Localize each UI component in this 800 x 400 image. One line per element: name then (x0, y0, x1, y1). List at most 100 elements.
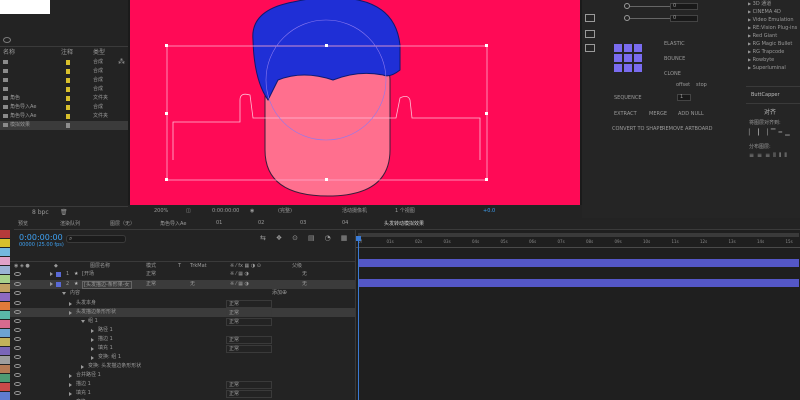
timeline-tab[interactable]: 01 (216, 220, 222, 226)
keyframe-marker[interactable] (358, 317, 359, 323)
label-color-swatch[interactable] (0, 311, 10, 319)
layer-row[interactable]: 1 ★ [开场 正常 无 ※ ⁄ ▦ ◑ (10, 270, 355, 279)
visibility-eye-icon[interactable] (14, 328, 21, 332)
content-tree-item[interactable]: 组 1 正常 (10, 317, 355, 326)
merge-button[interactable]: MERGE (649, 111, 667, 117)
value-field-2[interactable]: 0 (670, 15, 698, 22)
layer-parent-select[interactable]: 无 (302, 280, 307, 289)
keyframe-marker[interactable] (358, 326, 359, 332)
label-color-swatch[interactable] (0, 347, 10, 355)
content-mode-select[interactable]: 正常 (226, 336, 272, 344)
side-icon-1[interactable] (585, 14, 595, 22)
content-tree-item[interactable]: 填充 1 正常 (10, 389, 355, 398)
project-item[interactable]: 合成 (0, 58, 128, 67)
value-field-1[interactable]: 0 (670, 3, 698, 10)
trash-icon[interactable]: 🗑 (60, 209, 68, 216)
content-tree-item[interactable]: 头发描边条形形状 正常 (10, 308, 355, 317)
effect-category[interactable]: ▶ Rowbyte (748, 56, 774, 64)
label-color-swatch[interactable] (0, 365, 10, 373)
col-mode[interactable]: 模式 (146, 262, 156, 270)
side-icon-3[interactable] (585, 44, 595, 52)
label-color-chip[interactable] (66, 96, 70, 101)
expand-arrow-icon[interactable] (69, 311, 72, 315)
timeline-search-input[interactable]: ⌕ (66, 235, 126, 243)
remove-artboard-button[interactable]: REMOVE ARTBOARD (662, 126, 712, 132)
expand-arrow-icon[interactable] (91, 329, 94, 333)
align-bottom-icon[interactable]: ▁ (785, 129, 790, 137)
timeline-tab[interactable]: 渲染队列 (60, 220, 80, 227)
label-color-chip[interactable] (66, 114, 70, 119)
frame-blend-icon[interactable]: ▤ (308, 234, 315, 242)
visibility-eye-icon[interactable] (14, 373, 21, 377)
visibility-eye-icon[interactable] (14, 291, 21, 295)
visibility-eye-icon[interactable] (14, 382, 21, 386)
expand-arrow-icon[interactable] (91, 347, 94, 351)
content-tree-item[interactable]: 变换: 头发描边条形形状 (10, 362, 355, 371)
project-item[interactable]: 合成 (0, 85, 128, 94)
project-item[interactable]: 角色 文件夹 (0, 94, 128, 103)
content-mode-select[interactable]: 正常 (226, 309, 272, 317)
label-color-chip[interactable] (66, 69, 70, 74)
content-tree-item[interactable]: 头发本身 正常 (10, 299, 355, 308)
expand-arrow-icon[interactable] (69, 302, 72, 306)
viewer-timecode[interactable]: 0:00:00:00 (212, 205, 239, 218)
layer-parent-select[interactable]: 无 (302, 270, 307, 279)
bounce-button[interactable]: BOUNCE (664, 56, 685, 62)
project-item[interactable]: 角色导入Ae 文件夹 (0, 112, 128, 121)
clone-button[interactable]: CLONE (664, 71, 681, 77)
active-camera-select[interactable]: 活动摄像机 (342, 205, 367, 218)
layer-mode-select[interactable]: 正常 (146, 270, 156, 279)
distribute-3-icon[interactable]: ≡ (765, 152, 770, 160)
sequence-field[interactable]: 1 (677, 94, 691, 101)
label-color-swatch[interactable] (0, 266, 10, 274)
visibility-eye-icon[interactable] (14, 364, 21, 368)
timeline-tab[interactable]: 03 (300, 220, 306, 226)
visibility-eye-icon[interactable] (14, 391, 21, 395)
content-tree-item[interactable]: 描边 1 正常 (10, 335, 355, 344)
offset-button[interactable]: offset (676, 82, 690, 88)
work-area-bar[interactable] (358, 233, 799, 237)
label-color-chip[interactable] (66, 87, 70, 92)
layer-mode-select[interactable]: 正常 (146, 280, 156, 289)
project-item[interactable]: 角色导入Ae 合成 (0, 103, 128, 112)
comp-flowchart-icon[interactable]: ⇆ (260, 234, 266, 242)
convert-to-shape-button[interactable]: CONVERT TO SHAPE (612, 126, 663, 132)
keyframe-marker[interactable] (358, 362, 359, 368)
effect-category[interactable]: ▶ RE:Vision Plug-ins (748, 24, 797, 32)
layer-name[interactable]: [头发描边-条形果-女 (82, 281, 132, 289)
timeline-tab[interactable]: 头发转动模拟效果 (384, 220, 424, 227)
effect-category[interactable]: ▶ RG Trapcode (748, 48, 784, 56)
keyframe-marker[interactable] (358, 344, 359, 350)
draft-3d-icon[interactable]: ❖ (276, 234, 282, 242)
visibility-eye-icon[interactable] (14, 346, 21, 350)
label-color-swatch[interactable] (0, 329, 10, 337)
keyframe-marker[interactable] (358, 299, 359, 305)
keyframe-marker[interactable] (358, 335, 359, 341)
add-label[interactable]: 添加 (272, 289, 282, 296)
visibility-eye-icon[interactable] (14, 301, 21, 305)
project-item[interactable]: 模拟效果 (0, 121, 128, 130)
label-color-swatch[interactable] (0, 257, 10, 265)
label-color-chip[interactable] (66, 78, 70, 83)
expand-arrow-icon[interactable] (50, 282, 53, 286)
label-color-chip[interactable] (66, 60, 70, 65)
align-top-icon[interactable]: ▔ (771, 129, 776, 137)
playhead-handle[interactable] (356, 236, 361, 241)
layer-trkmat-select[interactable]: 无 (190, 280, 195, 289)
distribute-4-icon[interactable]: ⦀ (773, 152, 776, 160)
expand-arrow-icon[interactable] (81, 320, 85, 323)
side-icon-2[interactable] (585, 30, 595, 38)
snapshot-icon[interactable]: ◫ (186, 205, 191, 218)
content-tree-item[interactable]: 路径 1 (10, 326, 355, 335)
timeline-tab[interactable]: 预览 (18, 220, 28, 227)
label-color-swatch[interactable] (0, 284, 10, 292)
timeline-tab[interactable]: 04 (342, 220, 348, 226)
content-tree-item[interactable]: 变换: 组 1 (10, 353, 355, 362)
project-flow-icon[interactable]: ⁂ (118, 58, 125, 66)
keyframe-marker[interactable] (358, 389, 359, 395)
layer-switch-icons[interactable]: ※ ⁄ ▦ ◑ (230, 270, 249, 279)
timeline-timecode[interactable]: 0:00:00:00 (19, 233, 63, 242)
anchor-grid[interactable] (614, 44, 642, 72)
effect-category[interactable]: ▶ Video Emulation (748, 16, 794, 24)
keyframe-marker[interactable] (358, 308, 359, 314)
